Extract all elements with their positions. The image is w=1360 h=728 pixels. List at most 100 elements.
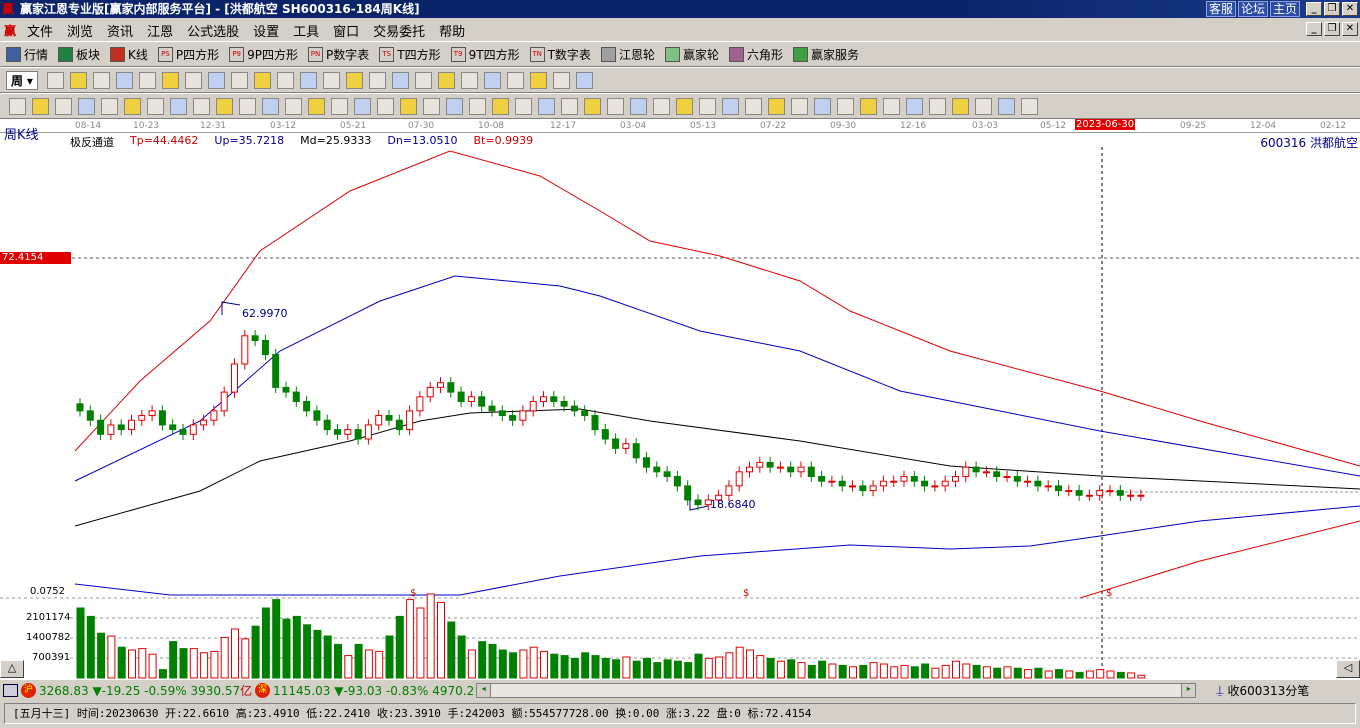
tool-button-icon[interactable] <box>101 97 118 115</box>
tool-button-icon[interactable] <box>354 97 371 115</box>
toolbar-item[interactable]: PS P四方形 <box>157 46 219 63</box>
tool-button-icon[interactable] <box>147 97 164 115</box>
tool-button-icon[interactable] <box>345 71 363 89</box>
tool-button-icon[interactable] <box>883 97 900 115</box>
tool-button-icon[interactable] <box>722 97 739 115</box>
toolbar-item[interactable]: 江恩轮 <box>600 46 655 63</box>
tool-button-icon[interactable] <box>906 97 923 115</box>
tool-button-icon[interactable] <box>124 97 141 115</box>
toolbar-item[interactable]: TS T四方形 <box>379 46 441 63</box>
toolbar-item[interactable]: 六角形 <box>728 46 783 63</box>
horizontal-scrollbar[interactable]: ◂ ▸ <box>476 683 1197 698</box>
toolbar-item[interactable]: 行情 <box>6 46 48 63</box>
tool-button-icon[interactable] <box>391 71 409 89</box>
child-close-button[interactable]: ✕ <box>1342 22 1358 36</box>
menu-formula[interactable]: 公式选股 <box>180 21 246 40</box>
expand-right-button[interactable]: ◁ <box>1336 660 1360 678</box>
tool-button-icon[interactable] <box>78 97 95 115</box>
tool-button-icon[interactable] <box>575 71 593 89</box>
tool-button-icon[interactable] <box>55 97 72 115</box>
tool-button-icon[interactable] <box>561 97 578 115</box>
tool-button-icon[interactable] <box>262 97 279 115</box>
tool-button-icon[interactable] <box>492 97 509 115</box>
tool-button-icon[interactable] <box>207 71 225 89</box>
child-restore-button[interactable]: ❐ <box>1324 22 1340 36</box>
tool-button-icon[interactable] <box>414 71 432 89</box>
menu-help[interactable]: 帮助 <box>432 21 472 40</box>
tool-button-icon[interactable] <box>299 71 317 89</box>
toolbar-item[interactable]: 赢家服务 <box>792 46 859 63</box>
tool-button-icon[interactable] <box>676 97 693 115</box>
menu-news[interactable]: 资讯 <box>100 21 140 40</box>
tool-button-icon[interactable] <box>699 97 716 115</box>
tool-button-icon[interactable] <box>929 97 946 115</box>
tool-button-icon[interactable] <box>9 97 26 115</box>
expand-panel-button[interactable]: △ <box>0 660 24 678</box>
service-link[interactable]: 客服 <box>1205 1 1236 17</box>
tool-button-icon[interactable] <box>584 97 601 115</box>
quote-table-icon[interactable] <box>3 684 18 697</box>
tool-button-icon[interactable] <box>952 97 969 115</box>
tool-button-icon[interactable] <box>239 97 256 115</box>
close-button[interactable]: ✕ <box>1342 2 1358 16</box>
tool-button-icon[interactable] <box>437 71 455 89</box>
tool-button-icon[interactable] <box>515 97 532 115</box>
menu-settings[interactable]: 设置 <box>246 21 286 40</box>
menu-window[interactable]: 窗口 <box>326 21 366 40</box>
tool-button-icon[interactable] <box>308 97 325 115</box>
tool-button-icon[interactable] <box>170 97 187 115</box>
tool-button-icon[interactable] <box>253 71 271 89</box>
tool-button-icon[interactable] <box>529 71 547 89</box>
tool-button-icon[interactable] <box>115 71 133 89</box>
tool-button-icon[interactable] <box>768 97 785 115</box>
tool-button-icon[interactable] <box>1021 97 1038 115</box>
tool-button-icon[interactable] <box>161 71 179 89</box>
tool-button-icon[interactable] <box>506 71 524 89</box>
tool-button-icon[interactable] <box>184 71 202 89</box>
restore-button[interactable]: ❐ <box>1324 2 1340 16</box>
tool-button-icon[interactable] <box>814 97 831 115</box>
tool-button-icon[interactable] <box>423 97 440 115</box>
tool-button-icon[interactable] <box>483 71 501 89</box>
tool-button-icon[interactable] <box>653 97 670 115</box>
tool-button-icon[interactable] <box>322 71 340 89</box>
tool-button-icon[interactable] <box>368 71 386 89</box>
tool-button-icon[interactable] <box>469 97 486 115</box>
tool-button-icon[interactable] <box>285 97 302 115</box>
toolbar-item[interactable]: TN T数字表 <box>529 46 591 63</box>
tool-button-icon[interactable] <box>745 97 762 115</box>
tool-button-icon[interactable] <box>46 71 64 89</box>
toolbar-item[interactable]: P9 9P四方形 <box>229 46 298 63</box>
tool-button-icon[interactable] <box>460 71 478 89</box>
tool-button-icon[interactable] <box>92 71 110 89</box>
tool-button-icon[interactable] <box>377 97 394 115</box>
tool-button-icon[interactable] <box>193 97 210 115</box>
tool-button-icon[interactable] <box>276 71 294 89</box>
menu-browse[interactable]: 浏览 <box>60 21 100 40</box>
tool-button-icon[interactable] <box>630 97 647 115</box>
period-select[interactable]: 周 ▾ <box>6 70 38 90</box>
tool-button-icon[interactable] <box>791 97 808 115</box>
tool-button-icon[interactable] <box>400 97 417 115</box>
tool-button-icon[interactable] <box>230 71 248 89</box>
menu-tools[interactable]: 工具 <box>286 21 326 40</box>
tool-button-icon[interactable] <box>32 97 49 115</box>
home-link[interactable]: 主页 <box>1269 1 1300 17</box>
menu-gann[interactable]: 江恩 <box>140 21 180 40</box>
tool-button-icon[interactable] <box>998 97 1015 115</box>
tool-button-icon[interactable] <box>216 97 233 115</box>
tool-button-icon[interactable] <box>446 97 463 115</box>
scroll-right-button[interactable]: ▸ <box>1181 684 1196 697</box>
scroll-left-button[interactable]: ◂ <box>477 684 492 697</box>
child-minimize-button[interactable]: _ <box>1306 22 1322 36</box>
menu-trade[interactable]: 交易委托 <box>366 21 432 40</box>
tool-button-icon[interactable] <box>552 71 570 89</box>
tool-button-icon[interactable] <box>69 71 87 89</box>
tool-button-icon[interactable] <box>607 97 624 115</box>
tool-button-icon[interactable] <box>975 97 992 115</box>
tool-button-icon[interactable] <box>837 97 854 115</box>
toolbar-item[interactable]: T9 9T四方形 <box>450 46 520 63</box>
tool-button-icon[interactable] <box>138 71 156 89</box>
tool-button-icon[interactable] <box>331 97 348 115</box>
toolbar-item[interactable]: K线 <box>110 46 148 63</box>
